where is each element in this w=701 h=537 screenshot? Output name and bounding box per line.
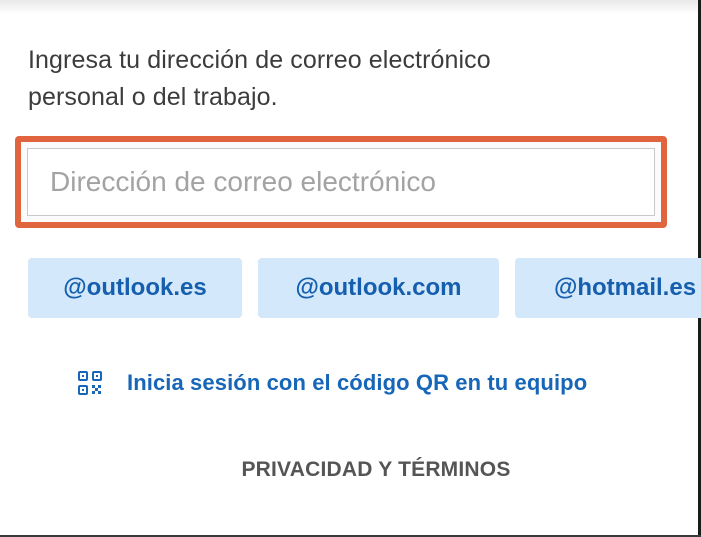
qr-signin-link[interactable]: Inicia sesión con el código QR en tu equ… (77, 366, 587, 400)
domain-chip-outlook-com[interactable]: @outlook.com (258, 258, 499, 318)
domain-chip-outlook-es[interactable]: @outlook.es (28, 258, 242, 318)
instruction-line-2: personal o del trabajo. (28, 83, 278, 111)
email-field-highlight (15, 136, 667, 228)
qr-signin-label: Inicia sesión con el código QR en tu equ… (127, 370, 588, 395)
domain-suggestions: @outlook.es @outlook.com @hotmail.es (28, 258, 701, 318)
privacy-terms-link[interactable]: PRIVACIDAD Y TÉRMINOS (0, 458, 701, 482)
top-shadow (0, 0, 701, 14)
email-field (27, 148, 655, 216)
email-input[interactable] (40, 161, 642, 203)
domain-chip-hotmail-es[interactable]: @hotmail.es (515, 258, 701, 318)
instruction-line-1: Ingresa tu dirección de correo electróni… (28, 46, 491, 74)
qr-code-icon (77, 370, 103, 396)
instruction-text: Ingresa tu dirección de correo electróni… (28, 42, 648, 116)
